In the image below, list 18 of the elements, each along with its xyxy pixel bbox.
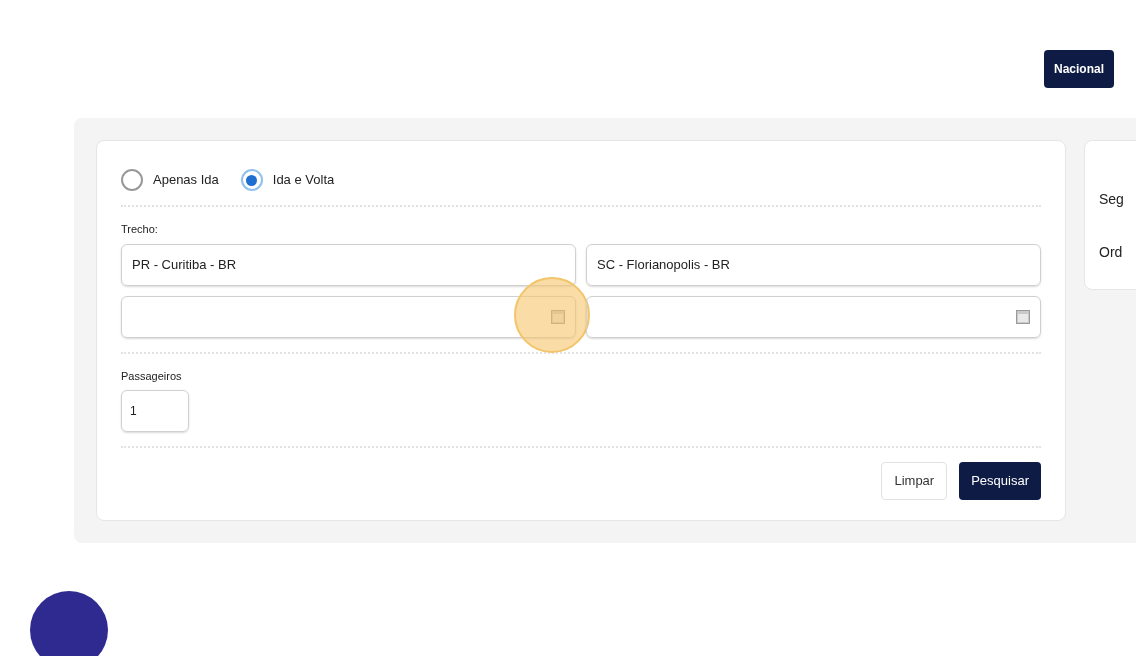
date-field[interactable] bbox=[121, 295, 576, 338]
clear-button[interactable]: Limpar bbox=[881, 462, 948, 500]
date-field[interactable] bbox=[586, 295, 1041, 338]
radio-option[interactable]: Apenas Ida bbox=[121, 169, 219, 191]
calendar-icon[interactable] bbox=[551, 309, 565, 324]
radio-button[interactable] bbox=[121, 169, 143, 191]
side-card-text: Ord bbox=[1099, 243, 1124, 262]
city-field[interactable]: SC - Florianopolis - BR bbox=[586, 243, 1041, 286]
search-button[interactable]: Pesquisar bbox=[959, 462, 1041, 500]
calendar-icon[interactable] bbox=[1016, 309, 1030, 324]
passengers-label: Passageiros bbox=[121, 368, 183, 384]
passengers-field[interactable]: 1 bbox=[121, 390, 189, 432]
route-label: Trecho: bbox=[121, 222, 159, 237]
radio-option[interactable]: Ida e Volta bbox=[240, 169, 335, 191]
city-field[interactable]: PR - Curitiba - BR bbox=[121, 243, 576, 286]
radio-button[interactable] bbox=[240, 169, 263, 191]
side-card-text: Seg bbox=[1099, 190, 1125, 209]
nacional-button[interactable]: Nacional bbox=[1044, 50, 1114, 88]
